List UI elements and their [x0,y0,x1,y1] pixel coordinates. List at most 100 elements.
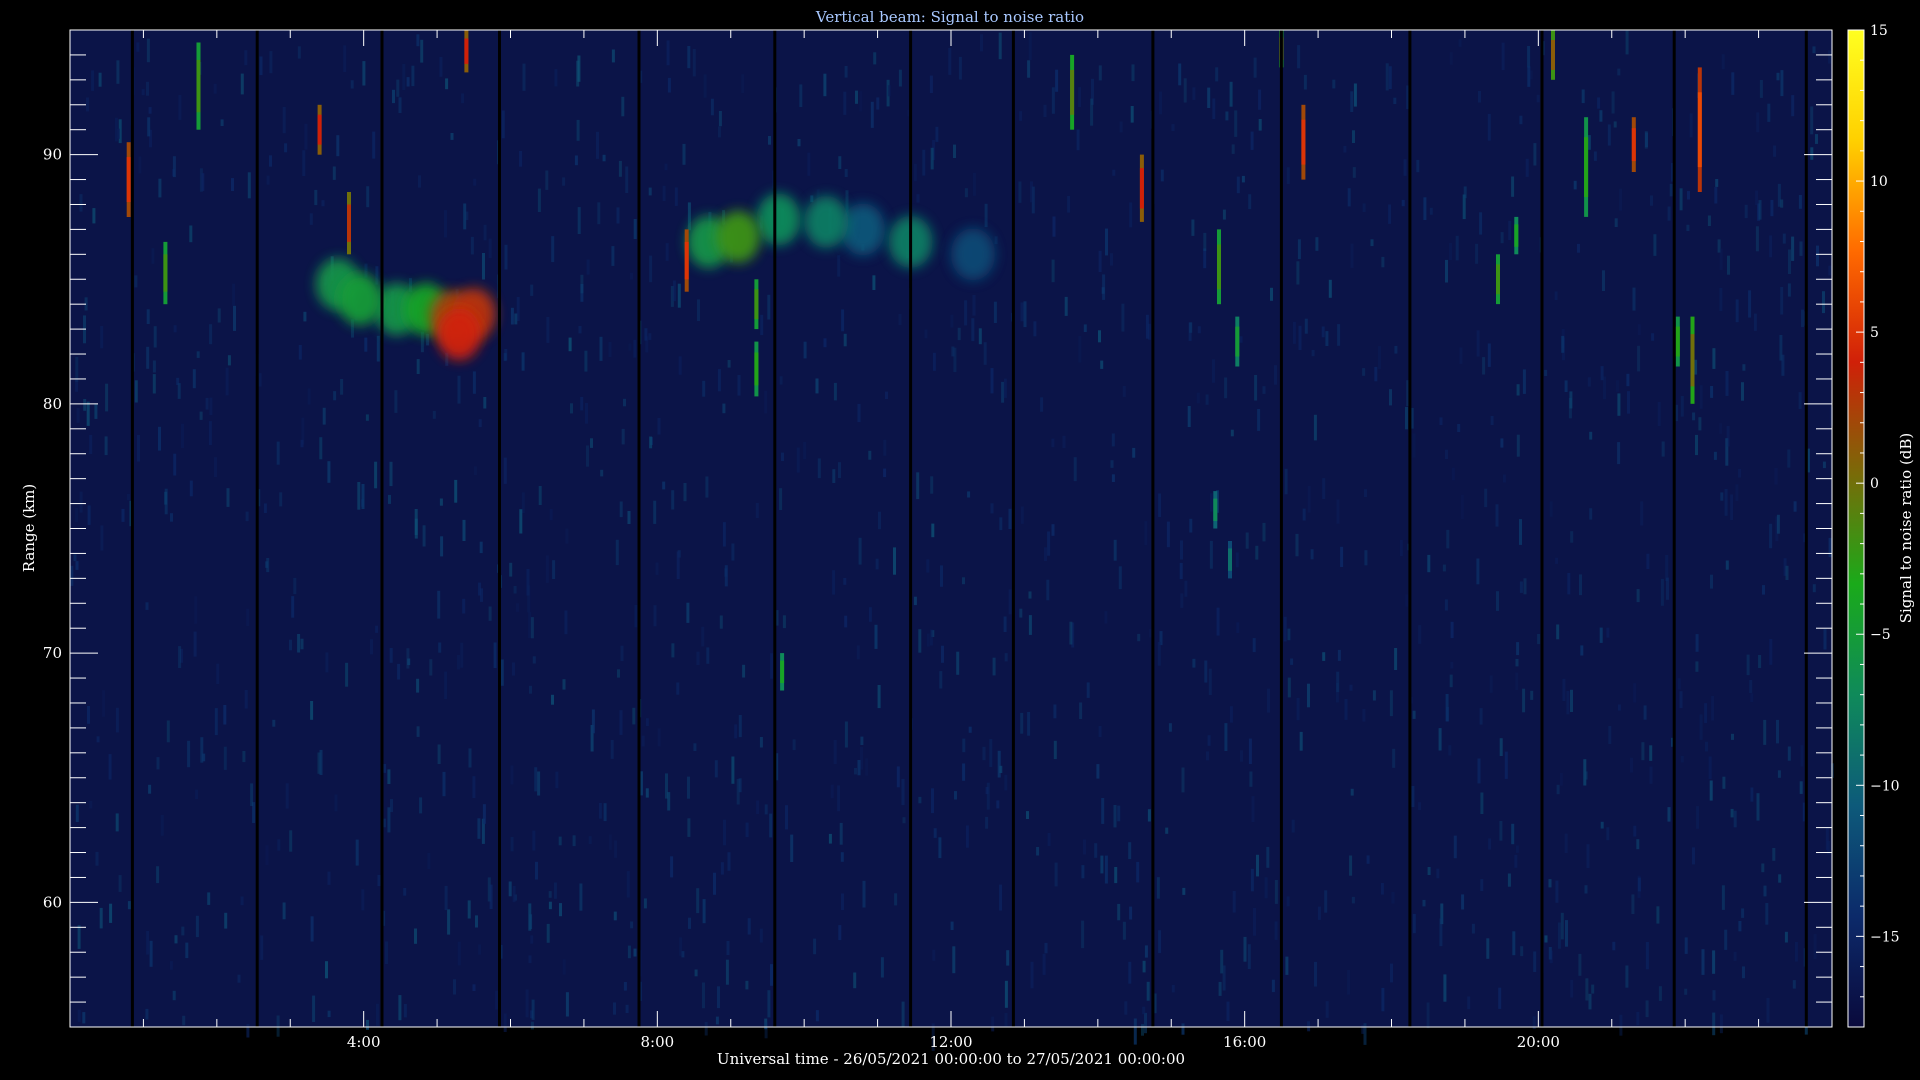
noise-speck [1525,158,1529,177]
x-axis-label: Universal time - 26/05/2021 00:00:00 to … [717,1050,1185,1068]
noise-speck [470,236,474,255]
noise-speck [985,816,989,829]
noise-speck [322,407,326,425]
noise-speck [1599,627,1603,643]
noise-speck [1131,64,1135,82]
noise-speck [817,458,821,479]
noise-speck [1585,978,1589,1001]
noise-speck [727,852,731,871]
noise-speck [1487,113,1491,141]
noise-speck [962,738,966,753]
noise-speck [1426,1002,1430,1029]
noise-speck [1755,226,1759,252]
noise-speck [703,74,707,98]
noise-speck [1051,524,1055,536]
noise-speck [940,565,943,587]
noise-speck [1449,52,1453,65]
noise-speck [649,436,653,449]
noise-speck [1192,658,1196,668]
noise-speck [953,347,957,373]
noise-speck [1799,781,1803,794]
noise-speck [1712,348,1716,369]
noise-speck [1544,935,1548,943]
noise-speck [926,559,930,573]
noise-speck [479,541,483,554]
noise-speck [1725,560,1729,570]
noise-speck [426,333,430,346]
noise-speck [645,788,649,798]
noise-speck [570,403,573,414]
noise-speck [1254,375,1258,401]
noise-speck [1516,434,1520,457]
noise-speck [1372,690,1376,701]
noise-speck [1098,725,1102,737]
noise-speck [1111,433,1115,447]
noise-speck [779,488,783,510]
noise-speck [1262,386,1266,394]
noise-speck [145,602,149,610]
noise-speck [1735,299,1739,323]
noise-speck [1101,798,1105,824]
noise-speck [722,522,726,547]
noise-speck [534,767,538,792]
noise-speck [214,457,217,478]
noise-speck [580,396,584,411]
noise-speck [1727,255,1730,275]
noise-speck [1721,54,1725,70]
noise-speck [938,837,942,859]
noise-speck [213,83,217,94]
noise-speck [1236,176,1240,194]
noise-speck [704,1021,708,1036]
meteor-streak-core [1217,244,1221,290]
noise-speck [591,709,595,734]
noise-speck [1204,660,1208,683]
noise-speck [1212,98,1216,120]
noise-speck [1350,91,1354,112]
noise-speck [1548,879,1552,888]
noise-speck [613,911,617,921]
noise-speck [1248,194,1252,210]
noise-speck [1215,67,1219,82]
meteor-streak-core [1139,168,1144,209]
noise-speck [514,313,518,325]
noise-speck [1750,787,1754,802]
noise-speck [687,202,691,231]
noise-speck [440,536,444,557]
noise-speck [585,403,588,424]
noise-speck [1096,764,1100,779]
noise-speck [950,921,954,930]
noise-speck [1343,145,1347,153]
noise-speck [799,84,803,107]
noise-speck [1180,593,1184,608]
noise-speck [764,390,768,414]
noise-speck [1317,906,1321,920]
noise-speck [1157,641,1161,666]
noise-speck [1564,833,1568,854]
noise-speck [1689,113,1693,138]
meteor-streak-core [196,59,201,113]
noise-speck [1769,639,1773,665]
noise-speck [1033,321,1037,337]
noise-speck [127,901,131,910]
noise-speck [1051,438,1055,448]
noise-speck [600,469,604,477]
noise-speck [156,866,160,884]
noise-speck [965,825,969,848]
noise-speck [701,626,705,647]
noise-speck [1686,224,1690,231]
noise-speck [457,941,461,966]
noise-speck [931,788,934,814]
noise-speck [1187,406,1191,427]
noise-speck [1216,607,1220,636]
noise-speck [1315,237,1319,251]
noise-speck [954,791,957,800]
noise-speck [1423,197,1427,220]
noise-speck [1741,382,1744,401]
noise-speck [1774,468,1778,485]
noise-speck [1098,65,1102,81]
noise-speck [832,570,836,595]
noise-speck [1712,950,1716,974]
noise-speck [1110,253,1113,266]
noise-speck [1287,628,1291,641]
noise-speck [626,871,630,898]
